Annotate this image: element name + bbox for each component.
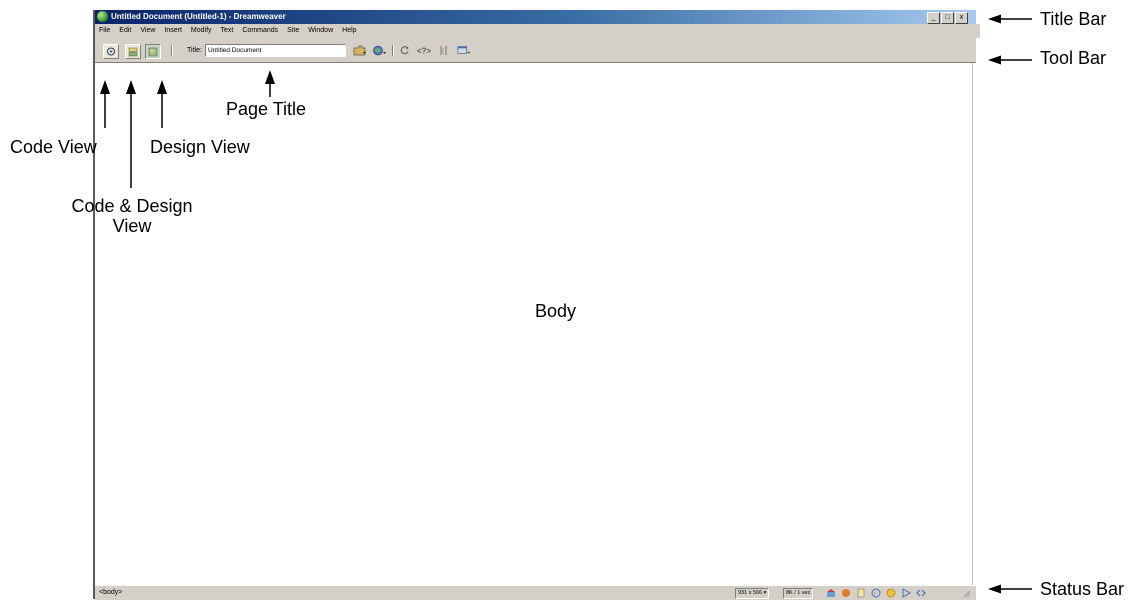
menu-text[interactable]: Text [221,24,234,38]
page-title-label: Title: [187,47,202,54]
code-design-annotation-line2: View [112,216,152,236]
view-options-button[interactable] [457,44,471,57]
tool-bar: Title: <?> [95,38,976,63]
close-button[interactable]: x [955,12,968,24]
behaviors-icon[interactable] [886,588,896,598]
css-styles-icon[interactable]: i [871,588,881,598]
design-view-button[interactable] [145,44,161,59]
page-title-annotation: Page Title [226,99,307,119]
code-navigation-icon: { [440,46,447,55]
svg-text:{: { [442,49,444,55]
title-bar-arrowhead [988,14,1001,24]
design-view-annotation: Design View [150,137,250,157]
split-view-icon [128,47,138,56]
tag-selector[interactable]: <body> [99,588,122,598]
code-inspector-icon[interactable] [916,588,926,598]
tool-bar-annotation: Tool Bar [1040,48,1107,68]
resize-grip-icon[interactable] [961,588,971,598]
assets-icon[interactable] [841,588,851,598]
code-view-annotation: Code View [10,137,97,157]
download-time: 8K / 1 sec [783,588,814,599]
html-styles-icon[interactable] [856,588,866,598]
view-options-icon [457,46,471,54]
refresh-icon [400,46,409,55]
code-and-design-view-button[interactable] [125,44,141,59]
reference-button[interactable]: <?> [417,44,431,57]
window-size-menu[interactable]: 931 x 506 ▾ [735,588,770,599]
window-title: Untitled Document (Untitled-1) - Dreamwe… [111,12,286,21]
menu-bar: File Edit View Insert Modify Text Comman… [95,24,980,38]
title-bar-annotation: Title Bar [1040,9,1107,29]
svg-text:i: i [874,592,875,598]
menu-insert[interactable]: Insert [164,24,182,38]
menu-help[interactable]: Help [342,24,356,38]
status-bar: <body> 931 x 506 ▾ 8K / 1 sec i [95,585,976,600]
menu-view[interactable]: View [140,24,155,38]
file-management-button[interactable] [353,44,367,57]
code-navigation-button[interactable]: { [437,44,451,57]
menu-commands[interactable]: Commands [242,24,278,38]
preview-globe-icon [373,45,386,56]
toolbar-separator [171,45,173,56]
preview-in-browser-button[interactable] [372,44,386,57]
maximize-button[interactable]: □ [941,12,954,24]
window-controls: _ □ x [927,12,968,24]
title-bar: Untitled Document (Untitled-1) - Dreamwe… [95,10,976,24]
menu-modify[interactable]: Modify [191,24,212,38]
menu-window[interactable]: Window [308,24,333,38]
refresh-button[interactable] [397,44,411,57]
body-annotation: Body [535,301,577,321]
toolbar-separator [392,45,394,56]
page-title-input[interactable] [205,44,346,57]
menu-file[interactable]: File [99,24,110,38]
menu-edit[interactable]: Edit [119,24,131,38]
design-view-icon [148,47,158,56]
code-design-view-annotation: Code & Design View [60,196,204,236]
dreamweaver-logo-icon[interactable] [97,11,108,22]
code-view-button[interactable] [103,44,119,59]
tool-bar-arrowhead [988,55,1001,65]
site-icon[interactable] [826,588,836,598]
code-design-annotation-line1: Code & Design [71,196,193,216]
reference-icon: <?> [417,47,431,56]
history-icon[interactable] [901,588,911,598]
menu-site[interactable]: Site [287,24,299,38]
status-bar-annotation: Status Bar [1040,579,1125,599]
svg-text:<?>: <?> [417,47,431,56]
minimize-button[interactable]: _ [927,12,940,24]
status-bar-arrowhead [988,584,1001,594]
code-view-icon [107,47,115,56]
file-management-icon [353,45,366,56]
